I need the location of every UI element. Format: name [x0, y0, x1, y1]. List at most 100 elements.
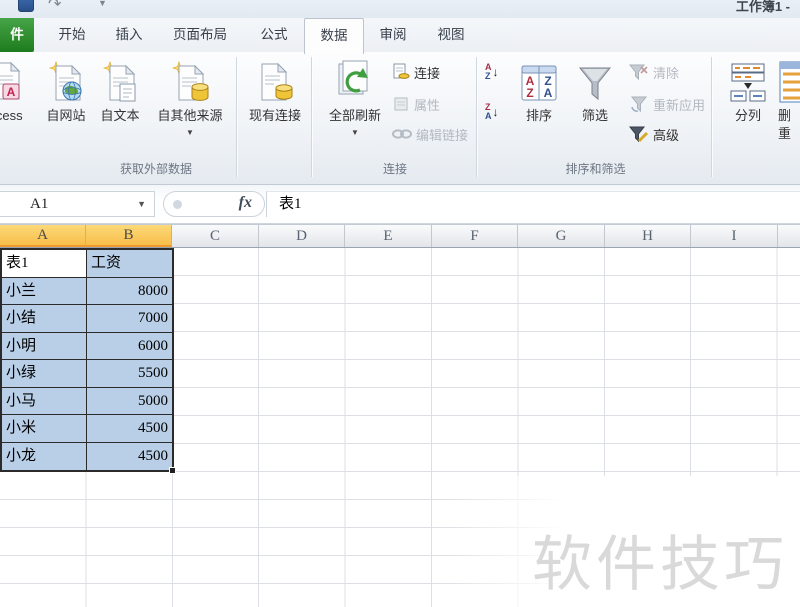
tab-view[interactable]: 视图: [423, 18, 479, 52]
tab-home[interactable]: 开始: [44, 18, 100, 52]
clear-filter-button: 清除: [629, 60, 679, 84]
cell-B8[interactable]: 4500: [87, 443, 172, 471]
column-header-a[interactable]: A: [0, 225, 86, 247]
cell-A5[interactable]: 小绿: [2, 360, 87, 388]
cell-A4[interactable]: 小明: [2, 332, 87, 360]
from-text-label: 自文本: [100, 108, 140, 123]
fill-handle[interactable]: [169, 467, 176, 474]
refresh-all-button[interactable]: 全部刷新 ▼: [320, 54, 390, 137]
properties-label: 属性: [414, 97, 441, 113]
tab-page-layout[interactable]: 页面布局: [158, 18, 242, 52]
refresh-all-label: 全部刷新: [328, 108, 381, 123]
window-title: 工作簿1 -: [735, 0, 790, 14]
advanced-filter-button[interactable]: 高级: [629, 122, 679, 146]
name-box-value: A1: [30, 196, 49, 212]
tab-formulas[interactable]: 公式: [246, 18, 302, 52]
remove-duplicates-icon: [778, 54, 800, 104]
formula-bar: A1 ▼ fx 表1: [0, 185, 800, 224]
refresh-all-dropdown-icon[interactable]: ▼: [351, 129, 359, 137]
document-access-icon: A: [0, 54, 25, 104]
text-to-columns-label: 分列: [734, 108, 761, 123]
group-label-connections: 连接: [382, 162, 407, 176]
remove-duplicates-button[interactable]: 删 重: [778, 54, 800, 143]
properties-icon: [392, 95, 410, 113]
name-box-dropdown-icon[interactable]: ▼: [137, 192, 146, 216]
column-header-c[interactable]: C: [172, 225, 259, 247]
cell-A7[interactable]: 小米: [2, 415, 87, 443]
cell-A6[interactable]: 小马: [2, 387, 87, 415]
tab-insert[interactable]: 插入: [101, 18, 157, 52]
tab-review[interactable]: 审阅: [365, 18, 421, 52]
from-other-sources-label: 自其他来源: [157, 108, 223, 123]
remove-duplicates-label-line1: 删: [778, 108, 792, 123]
from-web-button[interactable]: 自网站: [40, 54, 92, 125]
from-text-button[interactable]: 自文本: [94, 54, 146, 125]
reapply-icon: [629, 95, 649, 113]
from-access-button[interactable]: A ccess: [0, 54, 38, 125]
from-web-label: 自网站: [46, 108, 86, 123]
column-header-i[interactable]: I: [691, 225, 778, 247]
column-header-g[interactable]: G: [518, 225, 605, 247]
watermark: 软件技巧: [532, 531, 788, 598]
from-other-dropdown-icon[interactable]: ▼: [186, 129, 194, 137]
cell-B6[interactable]: 5000: [87, 388, 172, 415]
sort-label: 排序: [525, 108, 552, 123]
column-header-partial[interactable]: [778, 225, 800, 247]
from-other-sources-button[interactable]: 自其他来源 ▼: [146, 54, 234, 137]
cell-A1[interactable]: 表1: [2, 250, 87, 278]
reapply-button: 重新应用: [629, 92, 705, 116]
cell-B4[interactable]: 6000: [87, 333, 172, 360]
cell-B1[interactable]: 工资: [87, 250, 172, 278]
name-box[interactable]: A1 ▼: [0, 191, 155, 217]
sort-button[interactable]: A Z Z A 排序: [513, 54, 565, 125]
tab-data[interactable]: 数据: [304, 18, 364, 54]
quick-access-dropdown-icon[interactable]: ▼: [98, 0, 107, 8]
cell-B5[interactable]: 5500: [87, 360, 172, 388]
text-to-columns-icon: [727, 54, 769, 104]
cell-A8[interactable]: 小龙: [2, 442, 87, 470]
from-access-label: ccess: [0, 108, 23, 123]
redo-icon[interactable]: ↷: [48, 0, 61, 14]
column-header-f[interactable]: F: [432, 225, 518, 247]
sheet-grid[interactable]: 表1 工资 小兰 8000 小结 7000 小明 6000 小绿 5500 小马…: [0, 248, 800, 607]
reapply-label: 重新应用: [653, 97, 706, 113]
edit-links-button: 编辑链接: [392, 122, 468, 146]
selected-range: 表1 工资 小兰 8000 小结 7000 小明 6000 小绿 5500 小马…: [0, 248, 174, 472]
existing-connections-button[interactable]: 现有连接: [240, 54, 310, 125]
advanced-filter-label: 高级: [653, 127, 680, 143]
formula-value: 表1: [279, 196, 302, 212]
formula-bar-dot-icon: [173, 200, 182, 209]
svg-text:A: A: [7, 85, 16, 99]
svg-text:Z: Z: [526, 86, 533, 100]
cell-B7[interactable]: 4500: [87, 415, 172, 443]
properties-button: 属性: [392, 92, 440, 116]
tab-file[interactable]: 件: [0, 18, 34, 52]
sort-ascending-button[interactable]: A Z ↓: [485, 60, 499, 84]
cell-B2[interactable]: 8000: [87, 278, 172, 305]
group-label-sort-filter: 排序和筛选: [565, 162, 626, 176]
cell-B3[interactable]: 7000: [87, 305, 172, 333]
column-header-b[interactable]: B: [86, 225, 172, 247]
insert-function-button[interactable]: fx: [163, 191, 265, 217]
column-header-h[interactable]: H: [605, 225, 691, 247]
column-header-e[interactable]: E: [345, 225, 432, 247]
text-to-columns-button[interactable]: 分列: [720, 54, 776, 125]
refresh-all-icon: [333, 54, 377, 104]
cell-A2[interactable]: 小兰: [2, 277, 87, 305]
filter-button[interactable]: 筛选: [569, 54, 621, 125]
workbook-icon: [18, 0, 34, 12]
sort-descending-button[interactable]: Z A ↓: [485, 100, 499, 124]
existing-connections-label: 现有连接: [248, 108, 301, 123]
column-header-d[interactable]: D: [259, 225, 345, 247]
connections-button[interactable]: 连接: [392, 60, 440, 84]
formula-input[interactable]: 表1: [266, 191, 800, 217]
group-data-tools: 分列 删 重: [712, 52, 800, 184]
document-web-icon: [46, 54, 86, 104]
document-database-icon: [169, 54, 211, 104]
edit-links-icon: [392, 128, 412, 140]
cell-A3[interactable]: 小结: [2, 305, 87, 333]
group-sort-filter: A Z ↓ Z A ↓ A Z Z A 排序 筛选 清除 重新应用 高级 排序和…: [479, 52, 712, 184]
connections-label: 连接: [414, 65, 441, 81]
ribbon-tab-bar: 件 开始 插入 页面布局 公式 数据 审阅 视图: [0, 18, 800, 54]
group-get-external-data: A ccess: [0, 52, 312, 184]
